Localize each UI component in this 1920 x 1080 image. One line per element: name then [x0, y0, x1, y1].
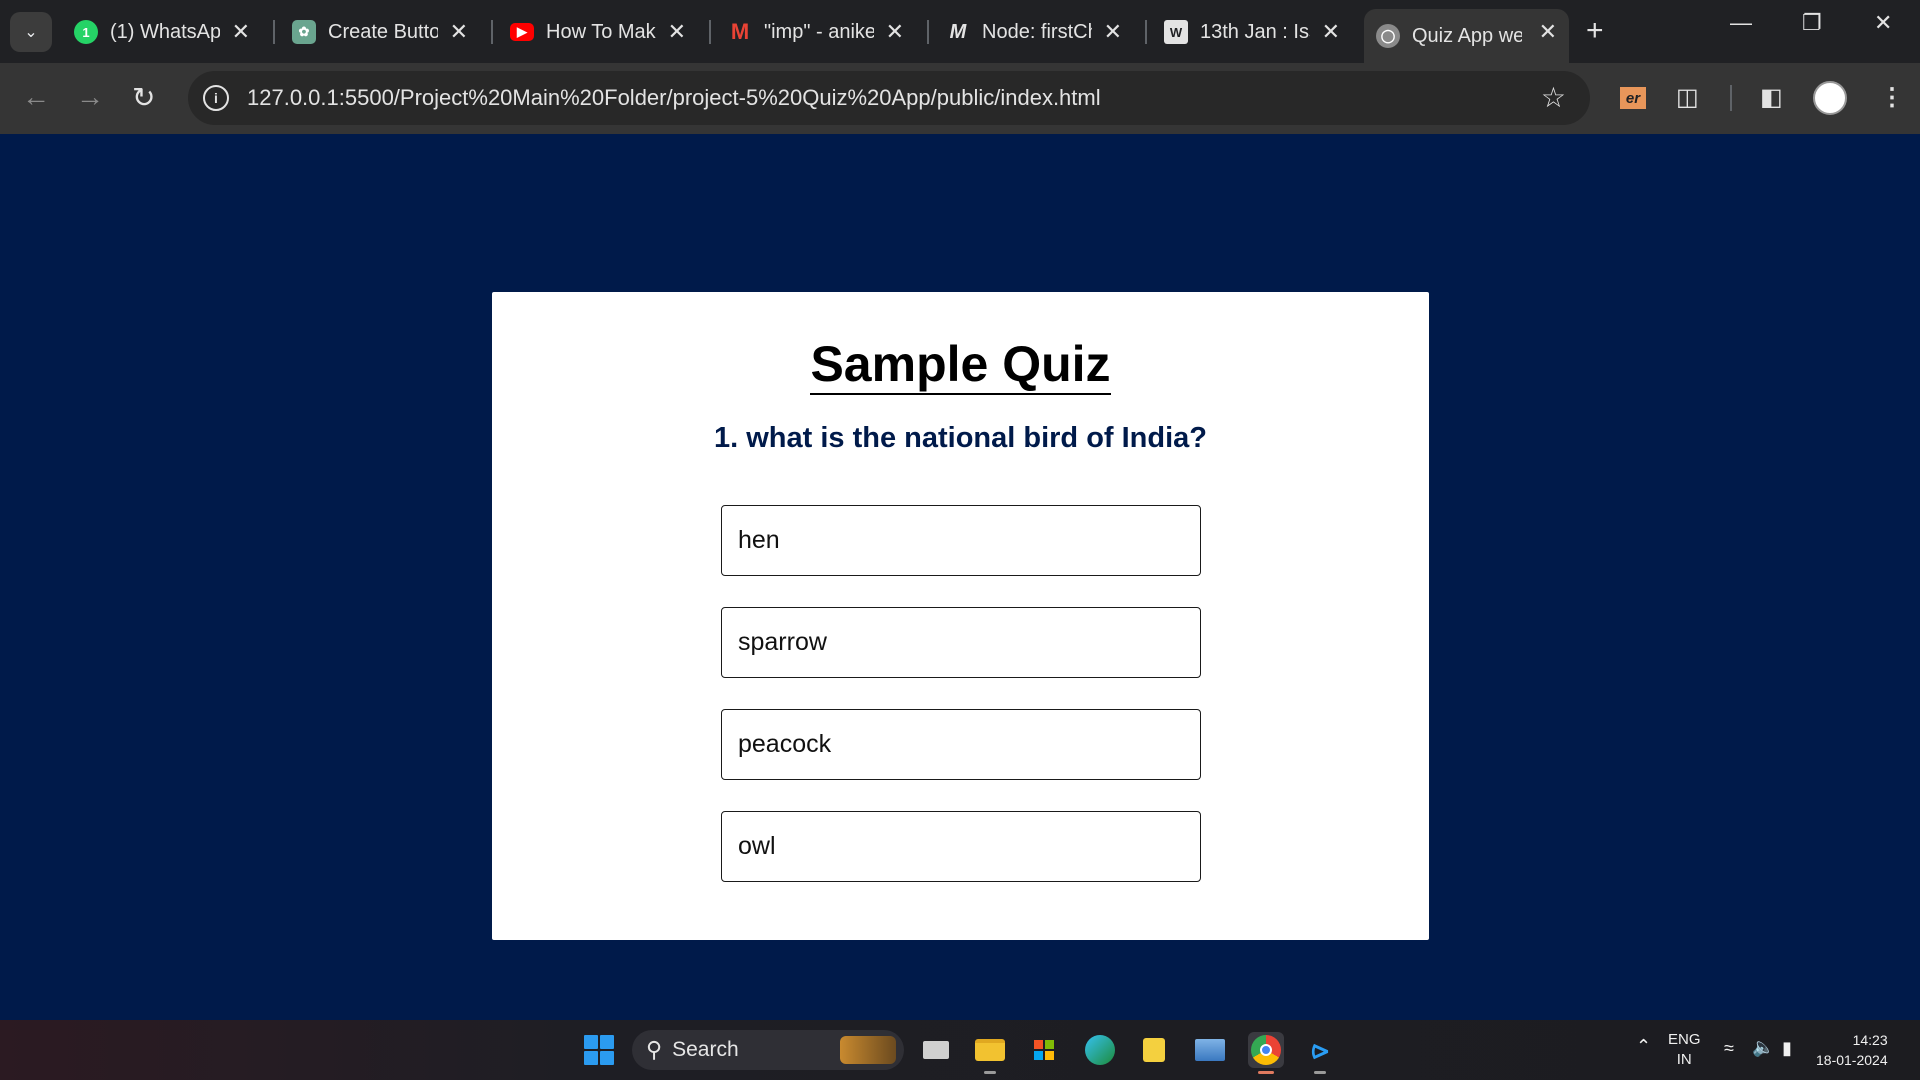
tab-title: 13th Jan : Iss — [1200, 20, 1310, 43]
close-window-icon[interactable]: ✕ — [1874, 10, 1892, 36]
close-icon[interactable]: ✕ — [1104, 19, 1122, 45]
close-icon[interactable]: ✕ — [1539, 19, 1557, 45]
close-icon[interactable]: ✕ — [450, 19, 468, 45]
globe-icon: ◯ — [1376, 24, 1400, 48]
quiz-title: Sample Quiz — [492, 337, 1429, 395]
tab-divider — [927, 20, 929, 44]
sticky-notes-icon[interactable] — [1136, 1032, 1172, 1068]
gmail-icon: M — [730, 19, 750, 44]
chevron-down-icon: ⌄ — [24, 24, 38, 41]
tab-title: Create Button — [328, 20, 438, 43]
close-icon[interactable]: ✕ — [1322, 19, 1340, 45]
minimize-icon[interactable]: — — [1730, 10, 1752, 36]
edge-browser-icon[interactable] — [1082, 1032, 1118, 1068]
side-panel-icon[interactable]: ◧ — [1760, 83, 1783, 112]
toolbar-divider — [1730, 85, 1732, 111]
photos-icon[interactable] — [1192, 1032, 1228, 1068]
tab-title: "imp" - aniket — [764, 20, 874, 43]
tab-quiz-app[interactable]: ◯ Quiz App we ✕ — [1364, 9, 1569, 63]
browser-tab-strip: ⌄ 1 (1) WhatsApp ✕ ✿ Create Button ✕ ▶ H… — [0, 0, 1920, 63]
active-indicator — [1258, 1071, 1274, 1074]
close-icon[interactable]: ✕ — [232, 19, 250, 45]
running-indicator — [1314, 1071, 1326, 1074]
show-hidden-icons-chevron-icon[interactable]: ⌃ — [1636, 1036, 1651, 1057]
tab-gmail[interactable]: M "imp" - aniket ✕ — [716, 9, 916, 55]
address-bar[interactable]: i 127.0.0.1:5500/Project%20Main%20Folder… — [188, 71, 1590, 125]
windows-taskbar: ⚲ Search ⪧ ⌃ ENG IN ≈ 🔈 ▮ 14:23 18-01-20… — [0, 1020, 1920, 1080]
quiz-question: 1. what is the national bird of India? — [713, 422, 1208, 454]
tab-divider — [273, 20, 275, 44]
search-highlight-image — [840, 1036, 896, 1064]
close-icon[interactable]: ✕ — [886, 19, 904, 45]
tab-title: Node: firstCh — [982, 20, 1092, 43]
tab-wordpress[interactable]: W 13th Jan : Iss ✕ — [1152, 9, 1352, 55]
clock[interactable]: 14:23 18-01-2024 — [1816, 1030, 1888, 1070]
youtube-icon: ▶ — [510, 23, 534, 41]
taskbar-search[interactable]: ⚲ Search — [632, 1030, 904, 1070]
volume-icon[interactable]: 🔈 — [1752, 1037, 1774, 1058]
answer-option-sparrow[interactable]: sparrow — [721, 607, 1201, 678]
tab-search-button[interactable]: ⌄ — [10, 12, 52, 52]
battery-icon[interactable]: ▮ — [1782, 1038, 1792, 1059]
tab-medium[interactable]: M Node: firstCh ✕ — [934, 9, 1134, 55]
browser-toolbar: ← → ↻ i 127.0.0.1:5500/Project%20Main%20… — [0, 63, 1920, 134]
new-tab-plus-icon[interactable]: + — [1586, 14, 1604, 48]
tab-title: Quiz App we — [1412, 24, 1522, 47]
tab-title: How To Make — [546, 20, 656, 43]
running-indicator — [984, 1071, 996, 1074]
menu-kebab-icon[interactable]: ⋮ — [1880, 83, 1904, 112]
answer-option-hen[interactable]: hen — [721, 505, 1201, 576]
chrome-browser-icon[interactable] — [1248, 1032, 1284, 1074]
vscode-icon[interactable]: ⪧ — [1302, 1032, 1338, 1074]
file-explorer-icon[interactable] — [972, 1032, 1008, 1074]
answer-option-peacock[interactable]: peacock — [721, 709, 1201, 780]
page-viewport: Sample Quiz 1. what is the national bird… — [0, 134, 1920, 1020]
tab-divider — [709, 20, 711, 44]
date-label: 18-01-2024 — [1816, 1052, 1888, 1068]
site-info-icon[interactable]: i — [203, 85, 229, 111]
extension-er-icon[interactable]: er — [1620, 87, 1646, 109]
time-label: 14:23 — [1852, 1032, 1888, 1048]
windows-start-icon[interactable] — [584, 1035, 614, 1065]
url-text[interactable]: 127.0.0.1:5500/Project%20Main%20Folder/p… — [247, 85, 1101, 111]
restore-icon[interactable]: ❐ — [1802, 10, 1822, 36]
tab-whatsapp[interactable]: 1 (1) WhatsApp ✕ — [62, 9, 262, 55]
medium-icon: M — [949, 20, 967, 43]
forward-arrow-icon[interactable]: → — [76, 81, 104, 113]
wifi-icon[interactable]: ≈ — [1724, 1038, 1734, 1059]
search-icon: ⚲ — [646, 1037, 663, 1062]
language-indicator[interactable]: ENG IN — [1668, 1030, 1701, 1070]
tab-divider — [1145, 20, 1147, 44]
wordpress-icon: W — [1164, 20, 1188, 44]
tab-divider — [491, 20, 493, 44]
microsoft-store-icon[interactable] — [1026, 1032, 1062, 1068]
answer-option-owl[interactable]: owl — [721, 811, 1201, 882]
bookmark-star-icon[interactable]: ☆ — [1541, 81, 1566, 114]
whatsapp-icon: 1 — [74, 20, 98, 44]
tab-youtube[interactable]: ▶ How To Make ✕ — [498, 9, 698, 55]
tab-create-button[interactable]: ✿ Create Button ✕ — [280, 9, 480, 55]
quiz-card: Sample Quiz 1. what is the national bird… — [492, 292, 1429, 940]
chatgpt-icon: ✿ — [292, 20, 316, 44]
task-view-icon[interactable] — [918, 1032, 954, 1068]
extensions-puzzle-icon[interactable]: ◫ — [1676, 83, 1699, 112]
reload-icon[interactable]: ↻ — [132, 81, 155, 114]
quiz-title-text: Sample Quiz — [810, 337, 1111, 395]
language-label: ENG — [1668, 1031, 1701, 1048]
profile-avatar[interactable] — [1813, 81, 1847, 115]
tab-title: (1) WhatsApp — [110, 20, 220, 43]
close-icon[interactable]: ✕ — [668, 19, 686, 45]
back-arrow-icon[interactable]: ← — [22, 81, 50, 113]
region-label: IN — [1676, 1051, 1692, 1068]
search-label: Search — [672, 1038, 739, 1061]
